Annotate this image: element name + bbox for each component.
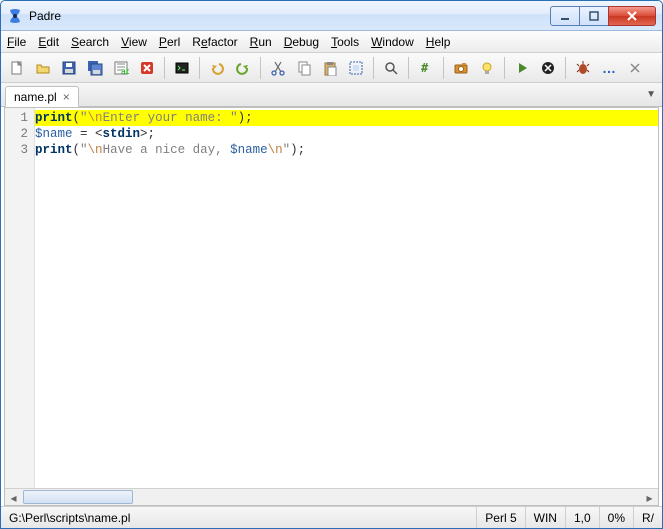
svg-text:abc: abc xyxy=(121,67,129,76)
svg-text:#: # xyxy=(421,61,429,75)
menu-file[interactable]: File xyxy=(7,35,26,49)
menubar: File Edit Search View Perl Refactor Run … xyxy=(1,31,662,53)
separator xyxy=(565,57,566,79)
horizontal-scrollbar[interactable]: ◂ ▸ xyxy=(5,488,658,505)
tab-close-icon[interactable]: × xyxy=(63,90,70,104)
menu-help[interactable]: Help xyxy=(426,35,451,49)
status-lang: Perl 5 xyxy=(477,507,525,528)
separator xyxy=(443,57,444,79)
menu-window[interactable]: Window xyxy=(371,35,414,49)
lightbulb-icon[interactable] xyxy=(475,56,499,80)
scroll-thumb[interactable] xyxy=(23,490,133,504)
tab-name-pl[interactable]: name.pl × xyxy=(5,86,79,107)
separator xyxy=(373,57,374,79)
close-panel-icon[interactable] xyxy=(623,56,647,80)
undo-icon[interactable] xyxy=(205,56,229,80)
menu-debug[interactable]: Debug xyxy=(284,35,319,49)
code-lines[interactable]: print("\nEnter your name: ");$name = <st… xyxy=(35,108,658,488)
syntax-check-icon[interactable]: abc xyxy=(109,56,133,80)
find-icon[interactable] xyxy=(379,56,403,80)
more-icon[interactable]: … xyxy=(597,56,621,80)
stop-icon[interactable] xyxy=(135,56,159,80)
camera-icon[interactable] xyxy=(449,56,473,80)
status-pos: 1,0 xyxy=(566,507,600,528)
run-icon[interactable] xyxy=(510,56,534,80)
copy-icon[interactable] xyxy=(292,56,316,80)
status-os: WIN xyxy=(526,507,566,528)
paste-icon[interactable] xyxy=(318,56,342,80)
tabbar: name.pl × ▼ xyxy=(1,83,662,107)
open-file-icon[interactable] xyxy=(31,56,55,80)
separator xyxy=(504,57,505,79)
menu-run[interactable]: Run xyxy=(250,35,272,49)
gutter: 123 xyxy=(5,108,35,488)
terminal-icon[interactable] xyxy=(170,56,194,80)
menu-refactor[interactable]: Refactor xyxy=(192,35,237,49)
minimize-button[interactable] xyxy=(550,6,580,26)
editor: 123 print("\nEnter your name: ");$name =… xyxy=(4,107,659,506)
menu-view[interactable]: View xyxy=(121,35,147,49)
close-button[interactable] xyxy=(608,6,656,26)
menu-edit[interactable]: Edit xyxy=(38,35,59,49)
menu-perl[interactable]: Perl xyxy=(159,35,180,49)
separator xyxy=(164,57,165,79)
scroll-left-icon[interactable]: ◂ xyxy=(5,489,22,506)
new-file-icon[interactable] xyxy=(5,56,29,80)
cut-icon[interactable] xyxy=(266,56,290,80)
code-area[interactable]: 123 print("\nEnter your name: ");$name =… xyxy=(5,108,658,488)
toolbar: abc # … xyxy=(1,53,662,83)
save-icon[interactable] xyxy=(57,56,81,80)
tab-label: name.pl xyxy=(14,90,57,104)
status-bar: G:\Perl\scripts\name.pl Perl 5 WIN 1,0 0… xyxy=(1,506,662,528)
separator xyxy=(408,57,409,79)
titlebar: Padre xyxy=(1,1,662,31)
debug-icon[interactable] xyxy=(571,56,595,80)
redo-icon[interactable] xyxy=(231,56,255,80)
tab-dropdown-icon[interactable]: ▼ xyxy=(646,89,656,100)
menu-tools[interactable]: Tools xyxy=(331,35,359,49)
comment-icon[interactable]: # xyxy=(414,56,438,80)
window-title: Padre xyxy=(29,9,551,23)
status-path: G:\Perl\scripts\name.pl xyxy=(1,507,477,528)
separator xyxy=(199,57,200,79)
separator xyxy=(260,57,261,79)
select-all-icon[interactable] xyxy=(344,56,368,80)
status-mode: R/ xyxy=(634,507,662,528)
menu-search[interactable]: Search xyxy=(71,35,109,49)
app-icon xyxy=(7,8,23,24)
stop-run-icon[interactable] xyxy=(536,56,560,80)
status-pct: 0% xyxy=(600,507,634,528)
save-all-icon[interactable] xyxy=(83,56,107,80)
scroll-right-icon[interactable]: ▸ xyxy=(641,489,658,506)
maximize-button[interactable] xyxy=(579,6,609,26)
